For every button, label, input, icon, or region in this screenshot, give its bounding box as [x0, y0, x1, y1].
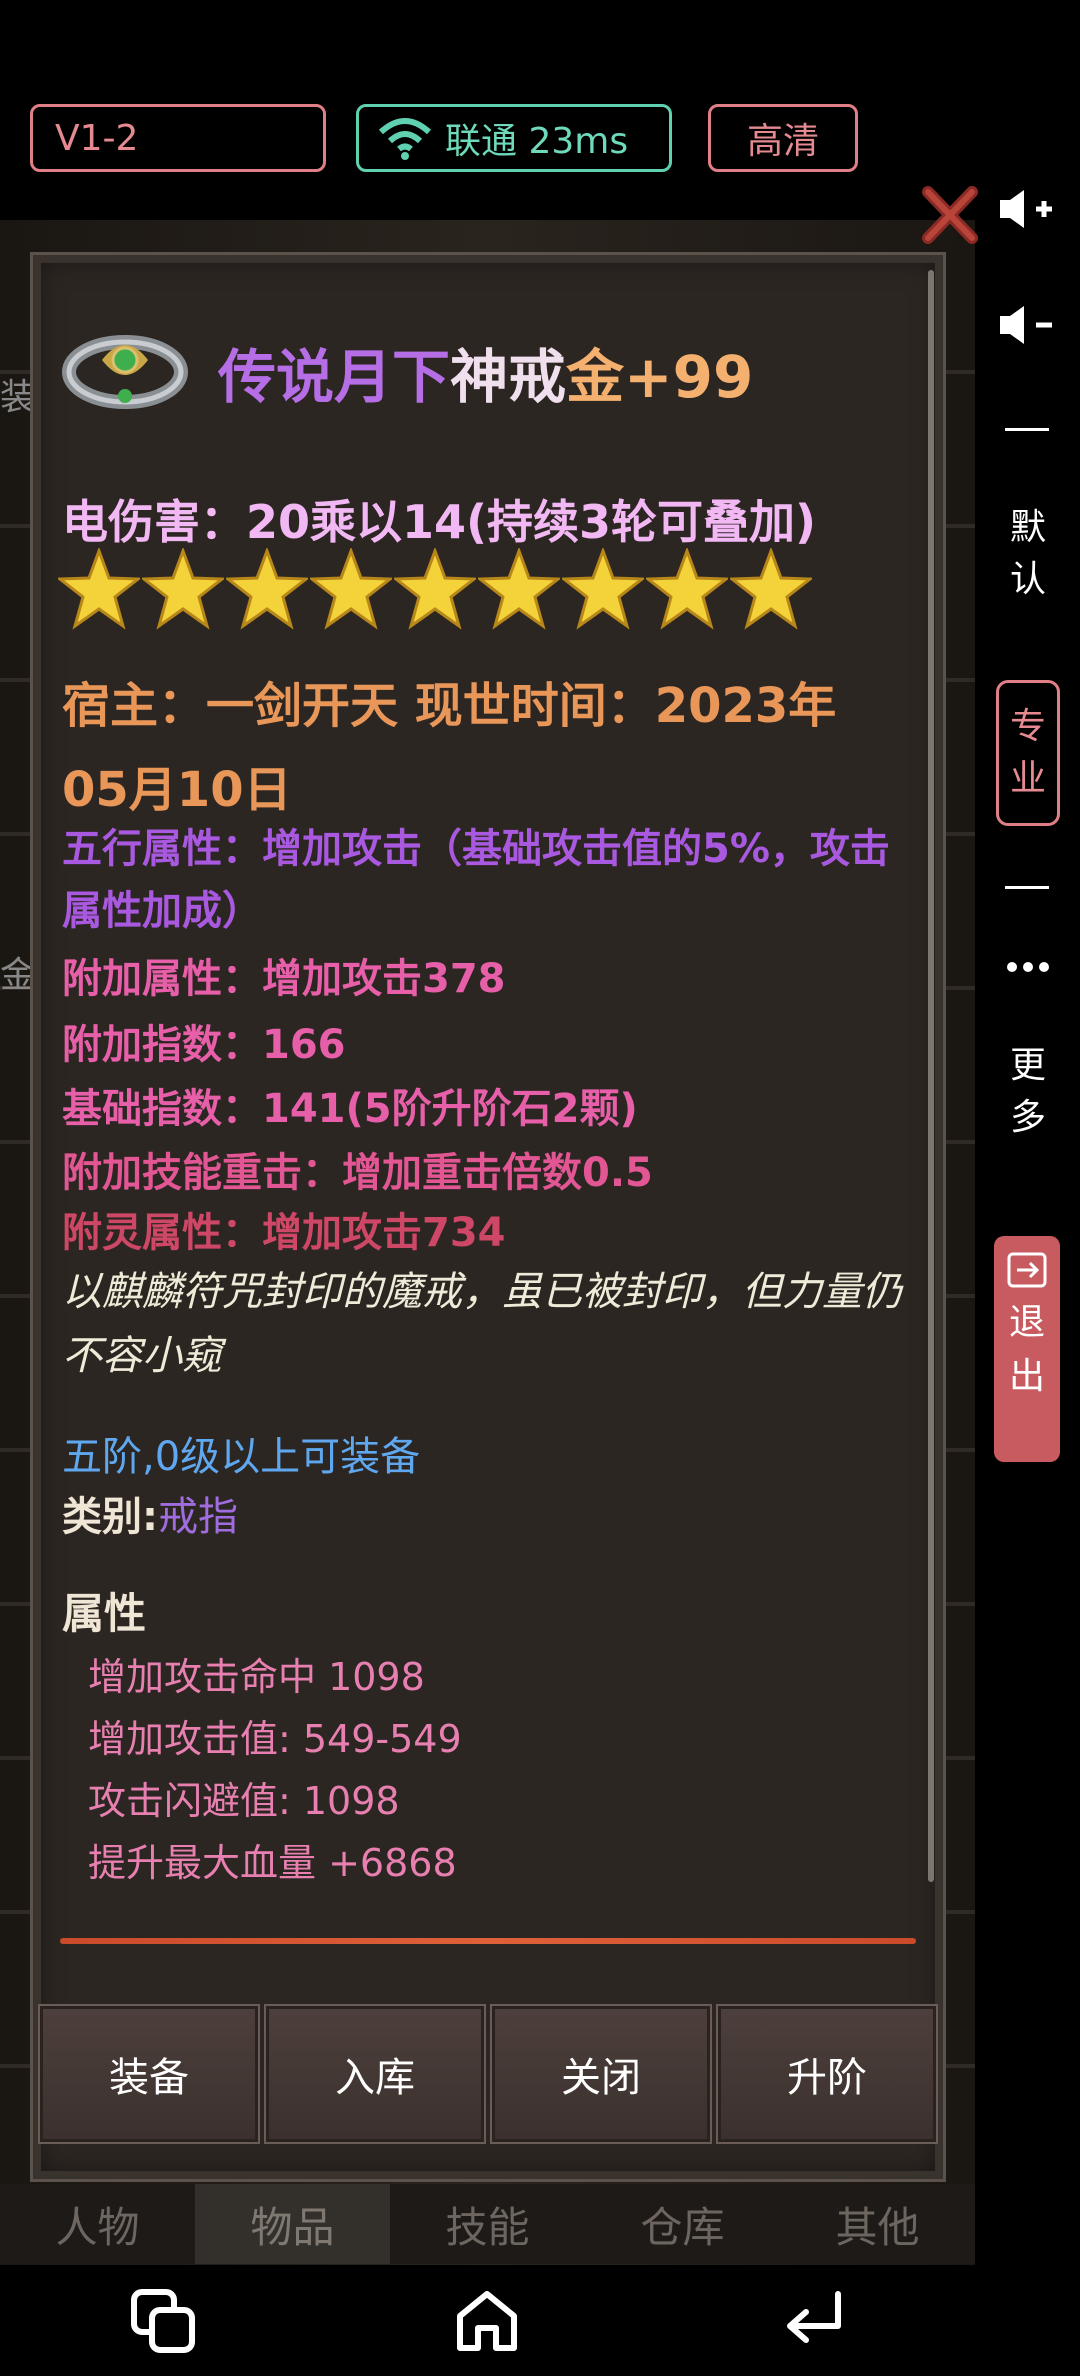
electric-damage: 电伤害：20乘以14(持续3轮可叠加) [62, 495, 817, 549]
tab-other[interactable]: 其他 [780, 2184, 975, 2264]
star-icon [562, 548, 644, 630]
star-icon [730, 548, 812, 630]
volume-down-icon[interactable] [996, 302, 1056, 348]
base-index: 基础指数：141(5阶升阶石2颗) [62, 1086, 638, 1132]
quality-button[interactable]: 高清 [708, 104, 858, 172]
spirit-attr: 附灵属性：增加攻击734 [62, 1210, 506, 1256]
panel-scrollbar[interactable] [928, 270, 934, 1882]
recent-apps-icon[interactable] [128, 2286, 198, 2356]
ring-icon [62, 335, 188, 409]
category-value: 戒指 [158, 1494, 238, 1540]
wifi-icon [378, 118, 432, 160]
equip-requirement: 五阶,0级以上可装备 [62, 1434, 421, 1480]
five-elements-attr: 五行属性：增加攻击（基础攻击值的5%，攻击属性加成） [62, 826, 890, 934]
properties-title: 属性 [62, 1589, 147, 1638]
more-char-2: 多 [1009, 1097, 1046, 1138]
close-icon[interactable] [922, 184, 978, 246]
default-char-1: 默 [1009, 507, 1046, 548]
tab-skills[interactable]: 技能 [390, 2184, 585, 2264]
exit-char-1: 退 [1008, 1302, 1045, 1343]
panel-divider [60, 1938, 916, 1944]
store-button[interactable]: 入库 [264, 2004, 486, 2144]
more-char-1: 更 [1009, 1045, 1046, 1086]
equip-button[interactable]: 装备 [38, 2004, 260, 2144]
additional-index: 附加指数：166 [62, 1022, 346, 1068]
tab-character[interactable]: 人物 [0, 2184, 195, 2264]
network-label: 联通 23ms [445, 121, 629, 162]
network-chip[interactable]: 联通 23ms [356, 104, 672, 172]
default-mode-button[interactable]: 默 认 [995, 502, 1061, 606]
star-icon [58, 548, 140, 630]
additional-attr: 附加属性：增加攻击378 [62, 956, 506, 1002]
divider-dash-1 [1005, 428, 1049, 431]
divider-dash-2 [1005, 886, 1049, 889]
property-line: 提升最大血量 +6868 [88, 1841, 457, 1885]
skill-heavy-strike: 附加技能重击：增加重击倍数0.5 [62, 1150, 653, 1196]
star-icon [394, 548, 476, 630]
tab-items[interactable]: 物品 [195, 2184, 390, 2264]
property-line: 攻击闪避值: 1098 [88, 1779, 400, 1823]
close-button[interactable]: 关闭 [490, 2004, 712, 2144]
more-button[interactable]: 更 多 [995, 1040, 1061, 1144]
quality-label: 高清 [746, 121, 819, 162]
item-title-mid: 神戒 [450, 343, 567, 411]
item-lore: 以麒麟符咒封印的魔戒，虽已被封印，但力量仍不容小窥 [62, 1269, 902, 1379]
action-buttons: 装备 入库 关闭 升阶 [36, 2004, 940, 2144]
exit-icon [1007, 1252, 1047, 1288]
pro-mode-button[interactable]: 专 业 [996, 680, 1060, 826]
star-icon [646, 548, 728, 630]
pro-char-2: 业 [1009, 758, 1046, 799]
item-category: 类别:戒指 [62, 1484, 238, 1542]
version-chip[interactable]: V1-2 [30, 104, 326, 172]
version-label: V1-2 [55, 117, 139, 159]
star-icon [142, 548, 224, 630]
star-rating [58, 548, 814, 630]
host-time: 宿主：一剑开天 现世时间：2023年05月10日 [62, 678, 837, 818]
category-label: 类别: [62, 1494, 158, 1540]
property-line: 增加攻击值: 549-549 [88, 1717, 462, 1761]
exit-button[interactable]: 退 出 [994, 1236, 1060, 1462]
home-icon[interactable] [452, 2286, 522, 2356]
back-icon[interactable] [778, 2286, 848, 2356]
volume-up-icon[interactable] [996, 186, 1056, 232]
star-icon [310, 548, 392, 630]
item-title-suffix: 金+99 [566, 343, 754, 411]
default-char-2: 认 [1009, 559, 1046, 600]
pro-char-1: 专 [1009, 706, 1046, 747]
bottom-tabs: 人物 物品 技能 仓库 其他 [0, 2184, 975, 2264]
item-title: 传说月下神戒金+99 [218, 330, 753, 414]
tab-warehouse[interactable]: 仓库 [585, 2184, 780, 2264]
exit-char-2: 出 [1008, 1356, 1045, 1397]
star-icon [226, 548, 308, 630]
item-title-prefix: 传说月下 [218, 343, 451, 411]
property-line: 增加攻击命中 1098 [88, 1655, 425, 1699]
more-dots-icon[interactable] [1006, 960, 1050, 974]
star-icon [478, 548, 560, 630]
upgrade-button[interactable]: 升阶 [716, 2004, 938, 2144]
